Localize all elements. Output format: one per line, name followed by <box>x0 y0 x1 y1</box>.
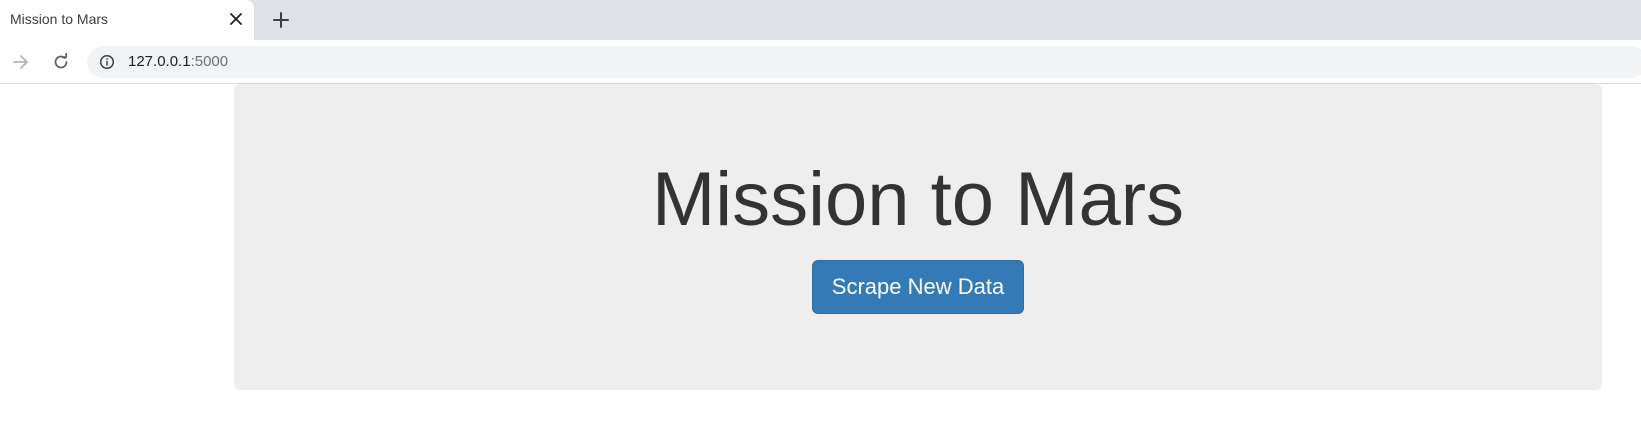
page-title: Mission to Mars <box>651 157 1185 242</box>
browser-toolbar: 127.0.0.1:5000 <box>0 40 1641 84</box>
tab-mission-to-mars[interactable]: Mission to Mars <box>0 0 254 40</box>
address-bar[interactable]: 127.0.0.1:5000 <box>87 46 1641 78</box>
scrape-new-data-button[interactable]: Scrape New Data <box>812 260 1024 314</box>
page-viewport: Mission to Mars Scrape New Data <box>0 84 1641 445</box>
url-text: 127.0.0.1:5000 <box>128 53 228 70</box>
tab-strip: Mission to Mars <box>0 0 1641 40</box>
info-icon[interactable] <box>99 54 115 70</box>
url-host: 127.0.0.1 <box>128 53 191 70</box>
close-icon[interactable] <box>226 9 246 29</box>
plus-icon[interactable] <box>270 9 292 31</box>
url-port: :5000 <box>190 53 229 70</box>
arrow-right-icon[interactable] <box>9 50 33 74</box>
jumbotron: Mission to Mars Scrape New Data <box>234 84 1602 390</box>
tab-title: Mission to Mars <box>10 11 109 27</box>
reload-icon[interactable] <box>49 50 73 74</box>
